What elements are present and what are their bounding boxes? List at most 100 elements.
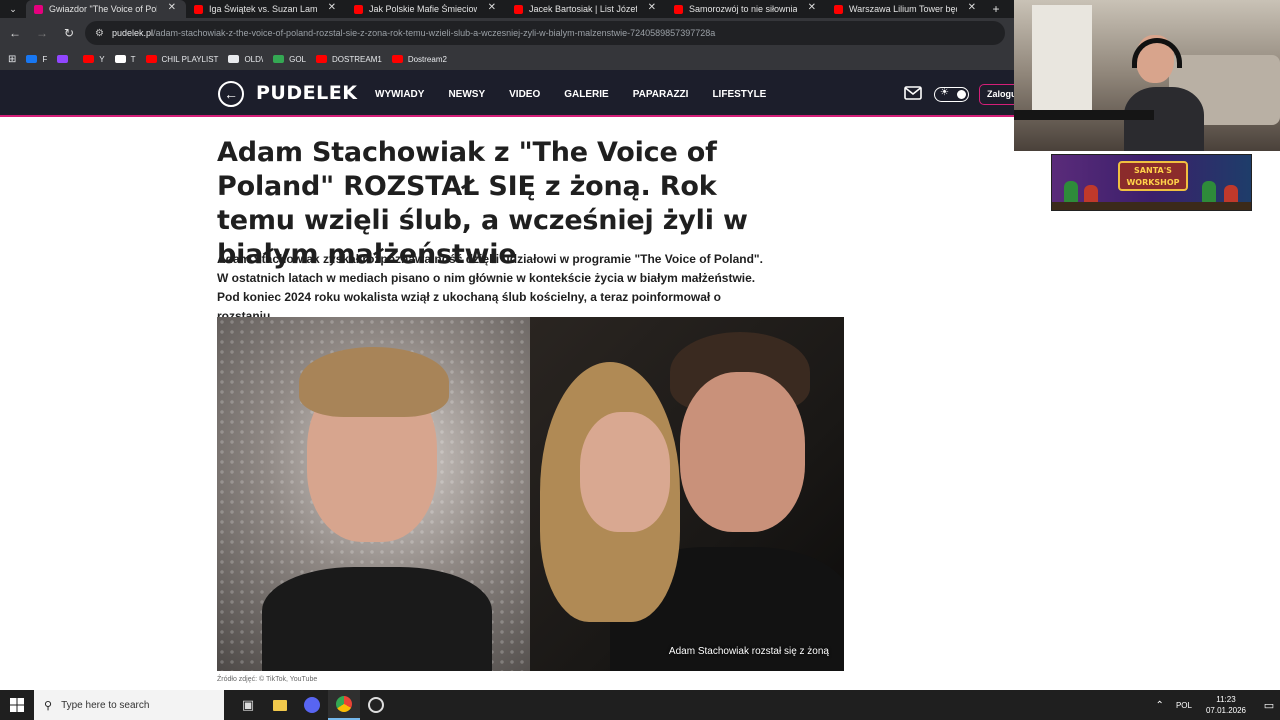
- tray-chevron-up-icon[interactable]: ⌃: [1156, 700, 1164, 711]
- site-menu-item[interactable]: NEWSY: [448, 89, 485, 100]
- bookmark-label: Y: [99, 54, 105, 64]
- photo-right: [530, 317, 844, 671]
- mail-icon[interactable]: [904, 86, 922, 100]
- bookmark-favicon-icon: [228, 55, 240, 63]
- tab-close-icon[interactable]: ✕: [488, 2, 496, 13]
- system-tray: ⌃ POL 11:23 07.01.2026 ▭: [1156, 690, 1280, 720]
- bookmark-favicon-icon: [57, 55, 69, 63]
- bookmark-item[interactable]: Y: [83, 54, 105, 64]
- tab-close-icon[interactable]: ✕: [968, 2, 976, 13]
- apps-grid-icon[interactable]: ⊞: [8, 54, 16, 65]
- back-circle-icon[interactable]: ←: [218, 81, 244, 107]
- bookmark-item[interactable]: T: [114, 54, 136, 64]
- reload-icon[interactable]: ↻: [57, 21, 81, 45]
- clock[interactable]: 11:23 07.01.2026: [1206, 694, 1246, 716]
- browser-tab[interactable]: Iga Świątek vs. Suzan Lamens H ✕: [186, 0, 346, 18]
- photo-left-torso: [262, 567, 492, 671]
- mic-arm: [1014, 110, 1154, 120]
- back-arrow-icon[interactable]: ←: [3, 21, 27, 45]
- tab-close-icon[interactable]: ✕: [328, 2, 336, 13]
- start-button[interactable]: [0, 690, 34, 720]
- task-view-icon[interactable]: ▣: [232, 690, 264, 720]
- bookmark-favicon-icon: [316, 55, 328, 63]
- notification-icon[interactable]: ▭: [1258, 699, 1280, 712]
- photo-right-woman-face: [580, 412, 670, 532]
- tab-favicon-icon: [514, 4, 523, 14]
- site-menu: WYWIADY NEWSY VIDEO GALERIE PAPARAZZI LIFESTY…: [375, 89, 790, 100]
- bookmark-favicon-icon: [26, 55, 38, 63]
- elf-figure: [1064, 181, 1078, 203]
- site-menu-item[interactable]: VIDEO: [509, 89, 540, 100]
- bookmark-label: Dostream2: [407, 54, 447, 64]
- bookmark-list: F Y T CHIL PLAYLIST OLD\ GOL DOSTREAM1 Dostream…: [26, 55, 457, 64]
- site-header: ← PUDELEK WYWIADY NEWSY VIDEO GALERIE PAPARA…: [0, 70, 1019, 117]
- site-menu-item[interactable]: PAPARAZZI: [633, 89, 689, 100]
- sun-icon: ☀: [940, 87, 949, 98]
- bookmark-item[interactable]: GOL: [273, 55, 306, 64]
- bookmark-favicon-icon: [114, 55, 126, 63]
- photo-right-man-face: [680, 372, 805, 532]
- bookmark-favicon-icon: [273, 55, 285, 63]
- site-menu-item[interactable]: GALERIE: [564, 89, 608, 100]
- bookmark-item[interactable]: F: [26, 55, 47, 64]
- tab-search-button[interactable]: ⌄: [0, 0, 26, 18]
- taskbar-search[interactable]: ⚲ Type here to search: [34, 690, 224, 720]
- obs-icon[interactable]: [360, 690, 392, 720]
- browser-tab[interactable]: Samorozwój to nie siłownia, a w ✕: [666, 0, 826, 18]
- browser-tab[interactable]: Jacek Bartosiak | List Józefa Piłs ✕: [506, 0, 666, 18]
- article-lead: Adam Stachowiak zyskał rozpoznawalność d…: [217, 252, 763, 323]
- site-menu-item[interactable]: LIFESTYLE: [712, 89, 766, 100]
- tab-list: Gwiazdor "The Voice of Poland"✕Iga Świąt…: [26, 0, 986, 18]
- site-logo[interactable]: PUDELEK: [256, 82, 357, 104]
- site-menu-item[interactable]: WYWIADY: [375, 89, 424, 100]
- login-button[interactable]: Zaloguj: [979, 84, 1019, 105]
- browser-tab[interactable]: Jak Polskie Mafie Śmieciowe Tr ✕: [346, 0, 506, 18]
- browser-toolbar: ← → ↻ ⚙ pudelek.pl/adam-stachowiak-z-the…: [0, 18, 1014, 48]
- windows-logo-icon: [10, 698, 24, 712]
- tab-favicon-icon: [674, 4, 683, 14]
- address-bar[interactable]: ⚙ pudelek.pl/adam-stachowiak-z-the-voice…: [85, 21, 1005, 45]
- chrome-icon[interactable]: [328, 690, 360, 720]
- bookmark-favicon-icon: [145, 55, 157, 63]
- url-path: /adam-stachowiak-z-the-voice-of-poland-r…: [153, 28, 716, 38]
- webcam-window-bg: [1032, 5, 1092, 115]
- bookmark-label: T: [130, 54, 136, 64]
- image-caption: Adam Stachowiak rozstał się z żoną: [668, 646, 829, 657]
- new-tab-button[interactable]: +: [986, 2, 1006, 16]
- bookmark-item[interactable]: CHIL PLAYLIST: [145, 55, 218, 64]
- tab-title: Samorozwój to nie siłownia, a w: [689, 4, 797, 14]
- bookmark-item[interactable]: Dostream2: [391, 54, 447, 64]
- bookmark-favicon-icon: [391, 55, 403, 63]
- taskbar-search-placeholder: Type here to search: [61, 699, 150, 711]
- tab-favicon-icon: [194, 4, 203, 14]
- windows-taskbar: ⚲ Type here to search ▣ ⌃ POL 11:23 07.0…: [0, 690, 1280, 720]
- tab-close-icon[interactable]: ✕: [168, 2, 176, 13]
- bookmark-item[interactable]: OLD\: [228, 55, 263, 64]
- theme-toggle[interactable]: ☀: [934, 87, 969, 102]
- tab-favicon-icon: [834, 4, 843, 14]
- webcam-overlay: [1014, 0, 1280, 151]
- browser-tab[interactable]: Gwiazdor "The Voice of Poland" ✕: [26, 0, 186, 18]
- tab-title: Jak Polskie Mafie Śmieciowe Tr: [369, 4, 477, 14]
- bookmark-favicon-icon: [83, 55, 95, 63]
- bookmark-label: F: [42, 54, 48, 64]
- tab-title: Gwiazdor "The Voice of Poland": [49, 4, 157, 14]
- browser-tab[interactable]: Warszawa Lilium Tower będzie ✕: [826, 0, 986, 18]
- tab-favicon-icon: [34, 4, 43, 14]
- discord-icon[interactable]: [296, 690, 328, 720]
- forward-arrow-icon[interactable]: →: [30, 21, 54, 45]
- language-indicator[interactable]: POL: [1176, 701, 1192, 710]
- site-info-icon[interactable]: ⚙: [95, 28, 104, 39]
- file-explorer-icon[interactable]: [264, 690, 296, 720]
- bookmark-item[interactable]: [57, 55, 73, 64]
- search-icon: ⚲: [44, 699, 53, 712]
- tab-close-icon[interactable]: ✕: [808, 2, 816, 13]
- bookmark-item[interactable]: DOSTREAM1: [316, 55, 382, 64]
- tab-close-icon[interactable]: ✕: [648, 2, 656, 13]
- photo-left-hair: [299, 347, 449, 417]
- tab-title: Iga Świątek vs. Suzan Lamens H: [209, 4, 317, 14]
- tab-title: Warszawa Lilium Tower będzie: [849, 4, 957, 14]
- bookmark-label: GOL: [289, 54, 307, 64]
- article-hero-image[interactable]: Adam Stachowiak rozstał się z żoną: [217, 317, 844, 671]
- clock-time: 11:23: [1216, 695, 1236, 704]
